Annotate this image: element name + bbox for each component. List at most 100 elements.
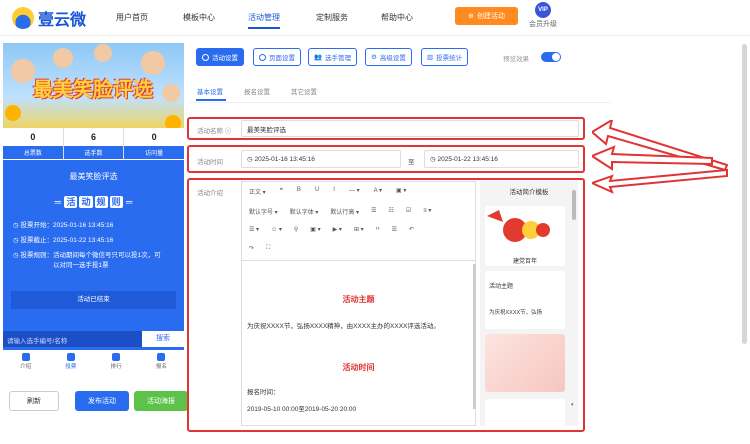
template-scrollbar[interactable] (572, 190, 576, 220)
nav-help[interactable]: 帮助中心 (381, 12, 413, 23)
align-icon[interactable]: ≡ ▾ (423, 207, 431, 216)
rules-char: 动 (79, 196, 93, 208)
tab-signup[interactable]: 报名 (139, 350, 184, 376)
indent-icon[interactable]: ☰ ▾ (249, 226, 259, 233)
font-color-icon[interactable]: A ▾ (374, 187, 382, 196)
stat-label: 选手数 (63, 146, 124, 159)
activity-settings-button[interactable]: 活动设置 (196, 48, 244, 66)
italic-icon[interactable]: I (333, 187, 335, 196)
nav-templates[interactable]: 模板中心 (183, 12, 215, 23)
end-time-input[interactable]: ◷ 2025-01-22 13:45:16 (424, 150, 579, 168)
publish-activity-button[interactable]: 发布活动 (75, 391, 129, 411)
clock-icon: ◷ (430, 156, 438, 163)
rule-end: ◷ 投票截止：2025-01-22 13:45:16 (13, 237, 114, 244)
fullscreen-icon[interactable]: ⛶ (266, 245, 270, 252)
vip-upgrade-label[interactable]: 会员升级 (529, 19, 557, 29)
vip-icon[interactable]: VIP (535, 2, 551, 18)
active-tab-indicator (196, 99, 226, 101)
start-time-value: 2025-01-16 13:45:16 (254, 155, 315, 163)
toolbar-label: 投票统计 (436, 55, 463, 62)
rules-char: 则 (109, 196, 123, 208)
activity-name-preview: 最美笑脸评选 (69, 172, 118, 181)
template-card-pink[interactable] (485, 334, 565, 392)
quote-icon[interactable]: ❝ (280, 187, 283, 196)
template-card-theme[interactable]: 活动主题 为庆祝XXXX节，弘扬 (485, 271, 565, 329)
editor-heading-theme: 活动主题 (342, 295, 375, 304)
nav-home[interactable]: 用户首页 (116, 12, 148, 23)
paragraph-style-select[interactable]: 正文 ▾ (249, 187, 266, 196)
contestant-manage-button[interactable]: 👥 选手管理 (308, 48, 358, 66)
editor-text-signup: 报名时间： (247, 389, 280, 396)
activity-time-label: 活动时间 (197, 159, 223, 166)
chevron-down-icon[interactable]: ▾ (571, 402, 574, 408)
rule-desc-text: 投票规则：活动期间每个微信号只可以投1次，可 (20, 252, 161, 259)
tab-signup-settings[interactable]: 报名设置 (244, 86, 270, 96)
create-activity-label: 创建活动 (476, 13, 505, 20)
template-card-party[interactable]: 建党百年 (485, 206, 565, 266)
template-card-next[interactable] (485, 399, 565, 426)
mobile-preview: 最美笑脸评选 0 总票数 6 选手数 0 访问量 最美笑脸评选 ═ 活动规则 ═… (3, 43, 184, 376)
arrow-to-intro (592, 168, 728, 194)
editor-heading-time: 活动时间 (342, 363, 375, 372)
numbered-list-icon[interactable]: ☷ (388, 207, 393, 216)
tab-label: 报名 (155, 364, 167, 370)
bold-icon[interactable]: B (297, 187, 301, 196)
brand-logo[interactable]: 壹云微 (12, 6, 86, 30)
tab-basic-settings[interactable]: 基本设置 (197, 86, 223, 96)
page-settings-button[interactable]: 页面设置 (253, 48, 301, 66)
editor-toolbar-row-3: ☰ ▾ ☺ ▾ ⚲ ▣ ▾ ▶ ▾ ⊞ ▾ ‹› ☰ ↶ (249, 226, 414, 233)
link-icon[interactable]: ⚲ (294, 226, 298, 233)
start-time-input[interactable]: ◷ 2025-01-16 13:45:16 (241, 150, 401, 168)
code-icon[interactable]: ‹› (376, 226, 380, 233)
stat-value: 0 (30, 132, 36, 142)
nav-custom-service[interactable]: 定制服务 (316, 12, 348, 23)
divider-icon[interactable]: ☰ (392, 226, 397, 233)
bullet-list-icon[interactable]: ☰ (371, 207, 376, 216)
editor-content[interactable]: 活动主题 为庆祝XXXX节，弘扬XXXX精神，由XXXX主办的XXXX评选活动。… (241, 260, 476, 426)
preview-search-input[interactable]: 请输入选手编号/名称 (7, 335, 67, 345)
tab-ranking[interactable]: 排行 (94, 350, 139, 376)
brand-name: 壹云微 (38, 12, 87, 29)
editor-scrollbar[interactable] (473, 264, 476, 409)
stat-label: 总票数 (3, 146, 63, 159)
editor-text-theme: 为庆祝XXXX节，弘扬XXXX精神，由XXXX主办的XXXX评选活动。 (247, 323, 440, 330)
font-size-select[interactable]: 默认字号 ▾ (249, 207, 278, 216)
editor-text-date: 2019-05-10 00:00至2019-05-20 20:00 (247, 406, 357, 413)
party-template-image (485, 206, 565, 254)
create-activity-button[interactable]: ⊕ 创建活动 (455, 7, 518, 25)
image-icon[interactable]: ▣ ▾ (310, 226, 320, 233)
activity-poster-button[interactable]: 活动海报 (134, 391, 188, 411)
nav-activity-manage[interactable]: 活动管理 (248, 12, 280, 29)
vote-stats-button[interactable]: ▥ 投票统计 (421, 48, 469, 66)
toolbar-label: 高级设置 (379, 55, 406, 62)
rule-end-text: 投票截止：2025-01-22 13:45:16 (20, 237, 114, 244)
undo-icon[interactable]: ↶ (409, 226, 414, 233)
tab-other-settings[interactable]: 其它设置 (291, 86, 317, 96)
preview-banner: 最美笑脸评选 (3, 43, 184, 133)
emoji-icon[interactable]: ☺ ▾ (271, 226, 282, 233)
tab-intro[interactable]: 介绍 (3, 350, 48, 376)
redo-icon[interactable]: ↷ (249, 245, 254, 252)
table-icon[interactable]: ⊞ ▾ (354, 226, 364, 233)
preview-toggle[interactable] (541, 52, 561, 62)
font-family-select[interactable]: 默认字体 ▾ (290, 207, 319, 216)
activity-ended-bar[interactable]: 活动已结束 (11, 291, 176, 309)
more-format-icon[interactable]: — ▾ (349, 187, 360, 196)
checklist-icon[interactable]: ☑ (406, 207, 411, 216)
template-panel: 活动简介模板 建党百年 活动主题 为庆祝XXXX节，弘扬 (480, 181, 578, 426)
page-scrollbar[interactable] (742, 44, 747, 344)
template-card-title: 活动主题 (489, 284, 514, 290)
refresh-button[interactable]: 刷新 (9, 391, 59, 411)
activity-name-input[interactable]: 最美笑脸评选 (241, 120, 579, 137)
tab-vote[interactable]: 投票 (48, 350, 93, 376)
bg-color-icon[interactable]: ▣ ▾ (396, 187, 406, 196)
gear-icon (202, 53, 209, 61)
clock-icon: ◷ (247, 156, 255, 163)
video-icon[interactable]: ▶ ▾ (333, 226, 342, 233)
underline-icon[interactable]: U (315, 187, 319, 196)
preview-search-button[interactable]: 搜索 (142, 331, 184, 347)
stat-visits: 0 访问量 (124, 128, 184, 160)
line-height-select[interactable]: 默认行高 ▾ (330, 207, 359, 216)
advanced-settings-button[interactable]: ⚙ 高级设置 (365, 48, 412, 66)
rule-desc-text-2: 以对同一选手投1票 (53, 262, 109, 269)
